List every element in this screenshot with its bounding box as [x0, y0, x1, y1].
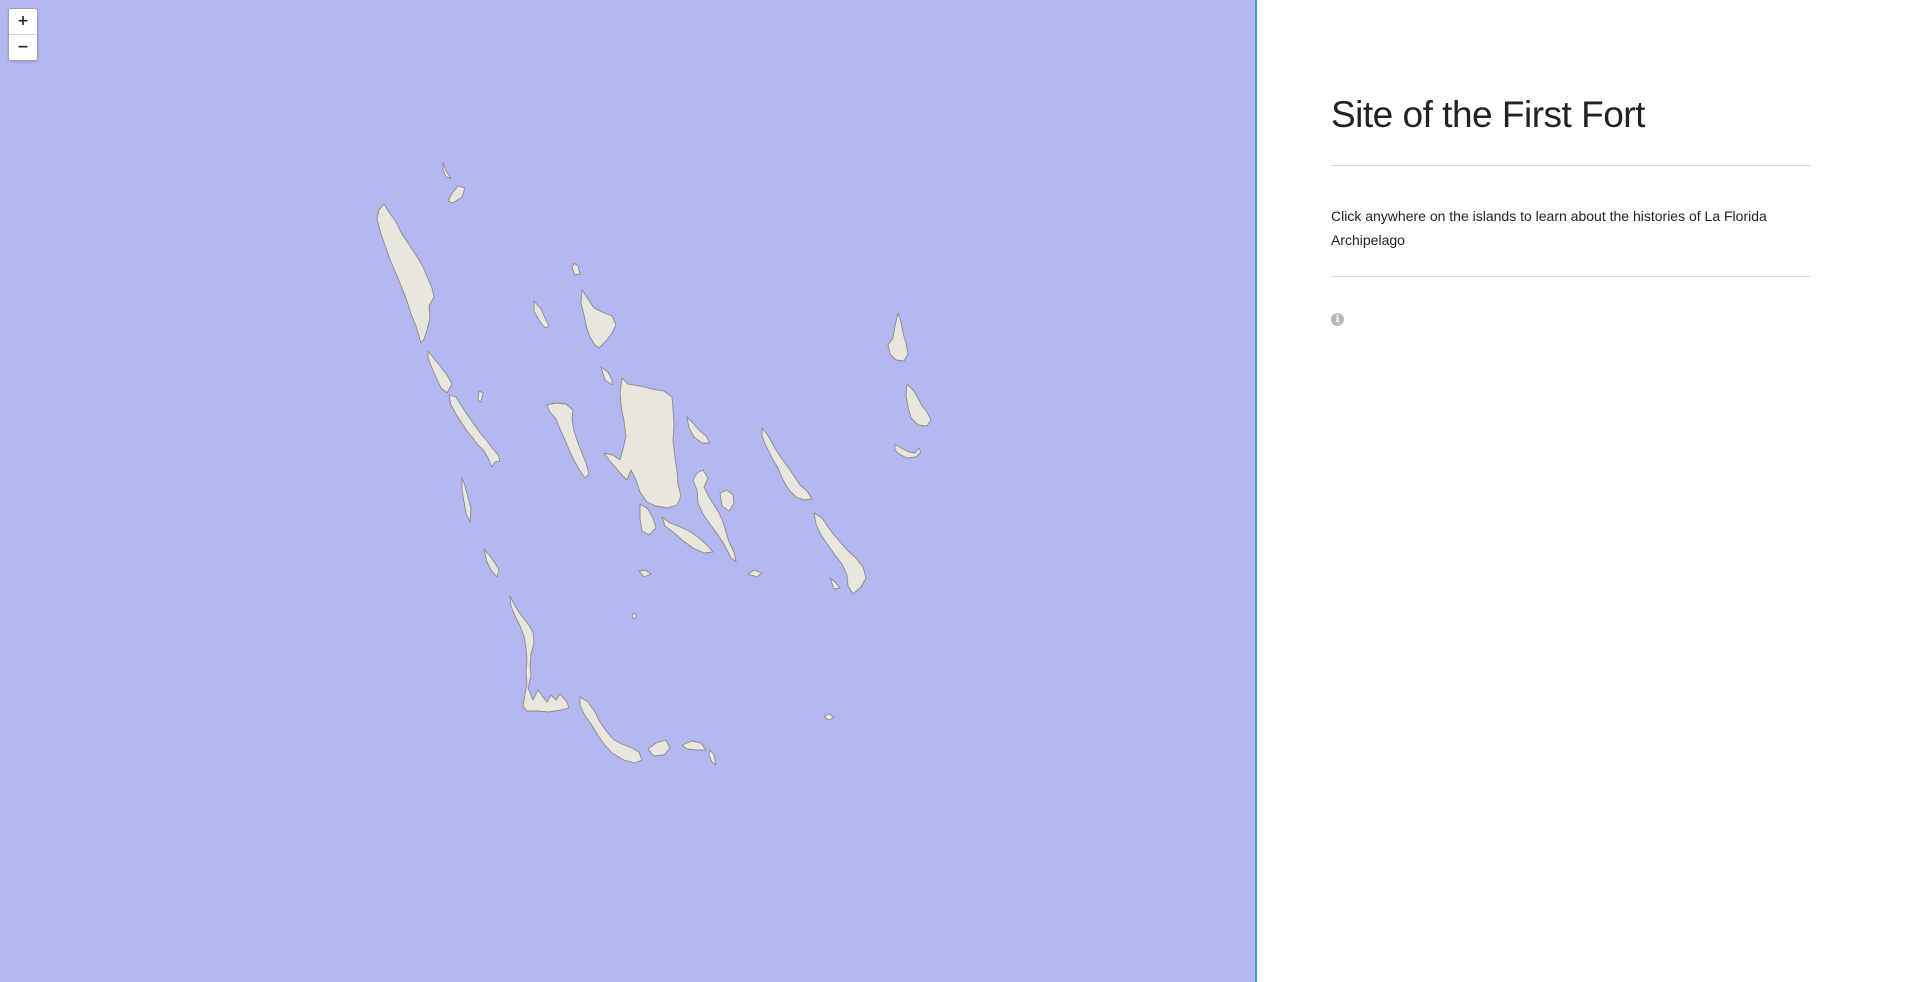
- island[interactable]: [600, 366, 613, 386]
- islands-layer[interactable]: [0, 0, 1255, 982]
- island[interactable]: [631, 613, 637, 619]
- island[interactable]: [447, 185, 466, 204]
- island[interactable]: [887, 312, 909, 362]
- info-circle-icon[interactable]: i: [1331, 313, 1344, 326]
- island[interactable]: [905, 383, 932, 427]
- map-canvas[interactable]: + −: [0, 0, 1255, 982]
- island[interactable]: [638, 569, 652, 578]
- island[interactable]: [442, 162, 452, 179]
- divider: [1331, 276, 1811, 277]
- island[interactable]: [823, 713, 835, 721]
- island[interactable]: [761, 427, 813, 501]
- island[interactable]: [477, 390, 484, 403]
- island[interactable]: [719, 489, 735, 512]
- island[interactable]: [813, 512, 867, 595]
- island[interactable]: [571, 262, 581, 276]
- sidebar-content: Site of the First Fort Click anywhere on…: [1331, 0, 1811, 327]
- island[interactable]: [376, 203, 435, 344]
- island[interactable]: [603, 377, 682, 509]
- island[interactable]: [448, 394, 501, 468]
- island[interactable]: [639, 503, 657, 536]
- divider: [1331, 165, 1811, 166]
- island[interactable]: [533, 300, 550, 329]
- island[interactable]: [580, 289, 617, 349]
- island[interactable]: [509, 595, 570, 713]
- sidebar: Site of the First Fort Click anywhere on…: [1257, 0, 1920, 982]
- page-title: Site of the First Fort: [1331, 94, 1645, 135]
- island[interactable]: [461, 477, 472, 523]
- island[interactable]: [829, 577, 841, 590]
- island[interactable]: [686, 416, 711, 444]
- island[interactable]: [483, 548, 500, 578]
- intro-text: Click anywhere on the islands to learn a…: [1331, 208, 1767, 248]
- island[interactable]: [747, 569, 763, 578]
- island[interactable]: [708, 749, 717, 766]
- island[interactable]: [661, 516, 714, 554]
- island[interactable]: [427, 350, 453, 394]
- island[interactable]: [647, 739, 671, 757]
- island[interactable]: [681, 740, 707, 751]
- island[interactable]: [579, 696, 643, 764]
- island[interactable]: [546, 402, 590, 479]
- island[interactable]: [894, 443, 922, 459]
